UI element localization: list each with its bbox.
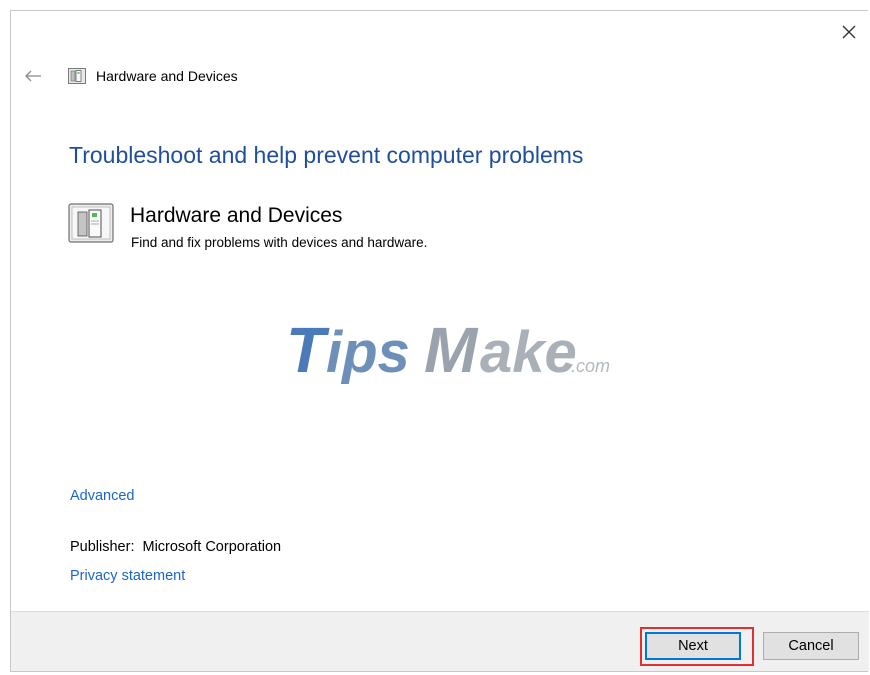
back-arrow-icon xyxy=(25,70,41,82)
publisher-info: Publisher: Microsoft Corporation xyxy=(70,539,281,555)
advanced-link[interactable]: Advanced xyxy=(70,488,135,504)
hardware-devices-large-icon xyxy=(68,203,114,243)
watermark-brand-t: T xyxy=(286,314,330,386)
privacy-statement-link[interactable]: Privacy statement xyxy=(70,568,185,584)
troubleshooter-name: Hardware and Devices xyxy=(130,204,343,227)
watermark-brand-m: M xyxy=(424,314,479,386)
hardware-devices-icon xyxy=(68,68,86,84)
back-button[interactable] xyxy=(21,66,45,86)
publisher-value: Microsoft Corporation xyxy=(142,539,282,555)
troubleshooter-description: Find and fix problems with devices and h… xyxy=(131,235,428,250)
page-heading: Troubleshoot and help prevent computer p… xyxy=(69,142,584,168)
close-button[interactable] xyxy=(836,19,862,45)
watermark-suffix: .com xyxy=(571,356,610,376)
next-button[interactable]: Next xyxy=(645,632,741,660)
troubleshooter-window: Hardware and Devices Troubleshoot and he… xyxy=(10,10,869,672)
watermark-brand-ake: ake xyxy=(480,320,577,385)
window-title: Hardware and Devices xyxy=(96,68,238,84)
footer-bar: Next Cancel xyxy=(11,611,869,671)
close-icon xyxy=(842,25,856,39)
cancel-button[interactable]: Cancel xyxy=(763,632,859,660)
watermark-brand-ips: ips xyxy=(326,320,410,385)
publisher-label: Publisher: xyxy=(70,539,135,555)
watermark-logo: T ips M ake .com xyxy=(286,314,610,386)
